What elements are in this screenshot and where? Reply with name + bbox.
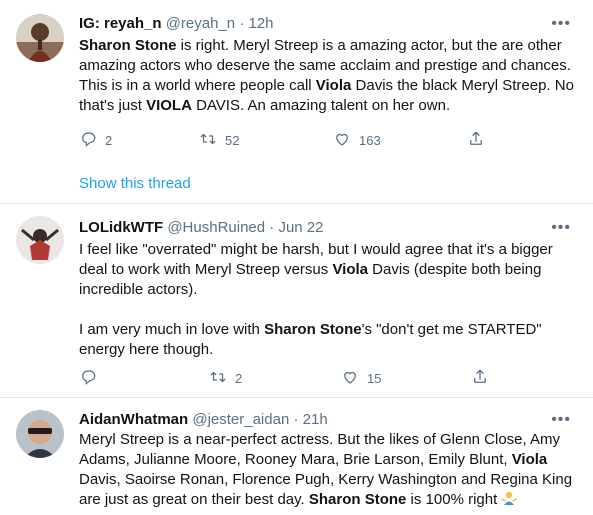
tweet-paragraph-2: I am very much in love with Sharon Stone… — [79, 320, 579, 360]
retweet-button[interactable]: 2 — [209, 368, 242, 388]
retweet-count: 52 — [225, 132, 240, 148]
retweet-button[interactable]: 52 — [199, 130, 239, 150]
display-name[interactable]: IG: reyah_n — [79, 15, 162, 32]
person-shrugging-emoji — [501, 490, 518, 506]
retweet-icon — [209, 368, 227, 389]
bold-keyword: Viola — [315, 77, 352, 94]
show-thread-link[interactable]: Show this thread — [79, 174, 191, 194]
bold-keyword: Viola — [511, 451, 548, 468]
text-run: I am very much in love with — [79, 321, 265, 338]
tweet-text: Sharon Stone is right. Meryl Streep is a… — [79, 36, 579, 116]
more-options-icon[interactable]: ••• — [551, 412, 571, 428]
tweet-2[interactable]: LOLidkWTF @HushRuined · Jun 22 ••• I fee… — [0, 204, 593, 398]
like-count: 15 — [367, 370, 382, 386]
share-icon — [467, 130, 485, 151]
tweet-paragraph-1: I feel like "overrated" might be harsh, … — [79, 240, 579, 300]
reply-icon — [79, 130, 97, 151]
avatar[interactable] — [16, 216, 64, 264]
tweet-text: I feel like "overrated" might be harsh, … — [79, 240, 579, 360]
more-options-icon[interactable]: ••• — [551, 16, 571, 32]
reply-button[interactable] — [79, 368, 105, 388]
avatar[interactable] — [16, 410, 64, 458]
heart-icon — [341, 368, 359, 389]
timestamp[interactable]: 21h — [303, 411, 328, 428]
tweet-1[interactable]: IG: reyah_n @reyah_n · 12h ••• Sharon St… — [0, 0, 593, 204]
separator: · — [239, 15, 245, 32]
like-button[interactable]: 15 — [341, 368, 381, 388]
user-handle[interactable]: @HushRuined — [167, 219, 265, 236]
share-icon — [471, 368, 489, 389]
bold-keyword: Sharon Stone — [308, 491, 407, 508]
timestamp[interactable]: Jun 22 — [278, 219, 323, 236]
text-run: Meryl Streep is a near-perfect actress. … — [79, 431, 561, 468]
heart-icon — [333, 130, 351, 151]
like-count: 163 — [359, 132, 381, 148]
text-run: is 100% right — [406, 491, 502, 508]
tweet-header: LOLidkWTF @HushRuined · Jun 22 — [79, 218, 324, 238]
tweet-actions: 2 52 163 — [79, 130, 509, 150]
display-name[interactable]: AidanWhatman — [79, 411, 188, 428]
retweet-icon — [199, 130, 217, 151]
display-name[interactable]: LOLidkWTF — [79, 219, 163, 236]
tweet-header: IG: reyah_n @reyah_n · 12h — [79, 14, 274, 34]
share-button[interactable] — [467, 130, 485, 150]
tweet-feed: IG: reyah_n @reyah_n · 12h ••• Sharon St… — [0, 0, 593, 515]
retweet-count: 2 — [235, 370, 243, 386]
bold-keyword: VIOLA — [146, 97, 192, 114]
like-button[interactable]: 163 — [333, 130, 381, 150]
timestamp[interactable]: 12h — [248, 15, 273, 32]
reply-button[interactable]: 2 — [79, 130, 112, 150]
text-run: DAVIS. An amazing talent on her own. — [191, 97, 451, 114]
more-options-icon[interactable]: ••• — [551, 220, 571, 236]
bold-keyword: Sharon Stone — [264, 321, 362, 338]
tweet-3[interactable]: AidanWhatman @jester_aidan · 21h ••• Mer… — [0, 398, 593, 515]
tweet-text: Meryl Streep is a near-perfect actress. … — [79, 430, 579, 510]
tweet-header: AidanWhatman @jester_aidan · 21h — [79, 410, 328, 430]
tweet-actions: 2 15 — [79, 368, 509, 388]
share-button[interactable] — [471, 368, 489, 388]
user-handle[interactable]: @jester_aidan — [192, 411, 289, 428]
separator: · — [269, 219, 275, 236]
bold-keyword: Viola — [332, 261, 369, 278]
avatar[interactable] — [16, 14, 64, 62]
reply-icon — [79, 368, 97, 389]
separator: · — [293, 411, 299, 428]
bold-keyword: Sharon Stone — [79, 37, 177, 54]
user-handle[interactable]: @reyah_n — [166, 15, 235, 32]
reply-count: 2 — [105, 132, 113, 148]
